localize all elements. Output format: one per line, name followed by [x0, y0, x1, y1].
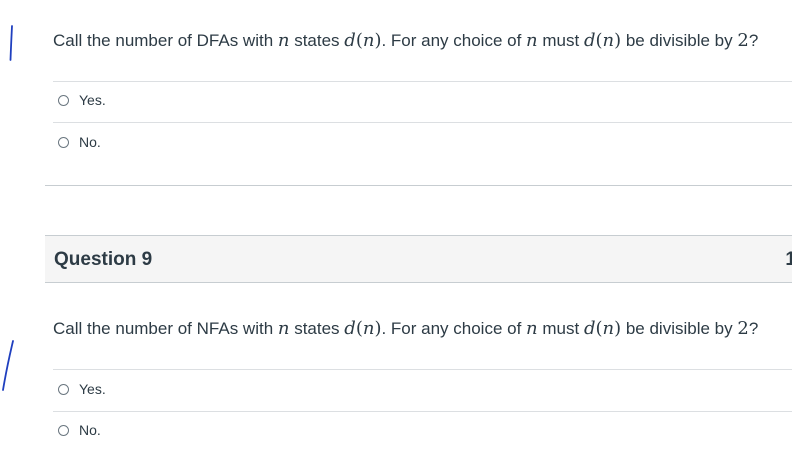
radio-button-icon[interactable] [58, 424, 69, 436]
radio-button-icon[interactable] [58, 136, 69, 148]
answer-divider [53, 81, 792, 82]
answer-option-yes[interactable]: Yes. [58, 381, 106, 397]
pen-annotation-icon [9, 25, 13, 61]
answer-divider [53, 369, 792, 370]
answer-option-no[interactable]: No. [58, 422, 101, 438]
question-9-header: Question 9 1 [45, 235, 792, 283]
question-divider [45, 185, 792, 186]
answer-divider [53, 122, 792, 123]
question-8-prompt: Call the number of DFAs with n states d(… [53, 30, 759, 51]
question-title: Question 9 [54, 249, 153, 270]
answer-label: No. [79, 422, 101, 438]
radio-button-icon[interactable] [58, 383, 69, 395]
question-points: 1 [785, 249, 792, 270]
question-9-prompt: Call the number of NFAs with n states d(… [53, 318, 759, 339]
quiz-page: Call the number of DFAs with n states d(… [0, 0, 792, 459]
pen-annotation-icon [2, 340, 14, 391]
answer-label: No. [79, 134, 101, 150]
answer-label: Yes. [79, 381, 106, 397]
answer-option-yes[interactable]: Yes. [58, 92, 106, 108]
radio-button-icon[interactable] [58, 94, 69, 106]
answer-option-no[interactable]: No. [58, 134, 101, 150]
answer-divider [53, 411, 792, 412]
answer-label: Yes. [79, 92, 106, 108]
